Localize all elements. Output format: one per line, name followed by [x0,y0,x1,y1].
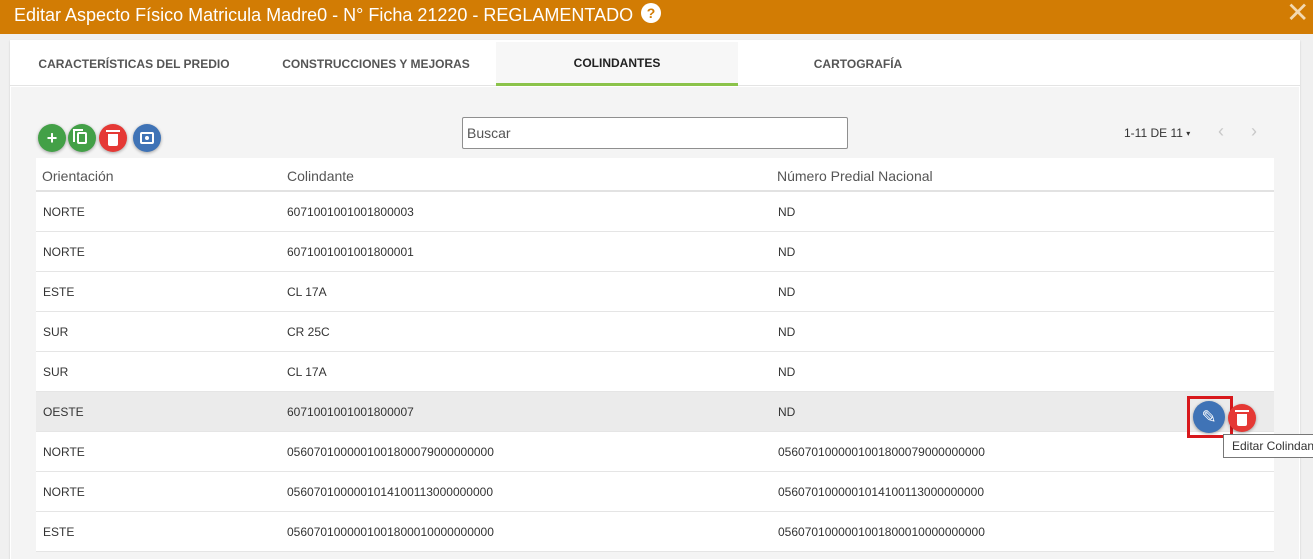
cell-orientacion: NORTE [43,245,85,259]
help-icon[interactable]: ? [641,3,661,23]
table-row[interactable]: ESTE 0560701000001001800010000000000 056… [36,512,1274,552]
cell-numero-predial: ND [778,405,796,419]
table-row[interactable]: SUR CL 17A ND [36,352,1274,392]
cell-colindante: 0560701000001001800079000000000 [287,445,494,459]
column-header-colindante[interactable]: Colindante [287,168,354,184]
cell-numero-predial: 0560701000001014100113000000000 [778,485,984,499]
search-input[interactable] [462,117,848,149]
close-icon[interactable]: ✕ [1286,0,1309,27]
cell-numero-predial: ND [778,365,796,379]
pagination-label: 1-11 DE 11 [1124,126,1183,140]
cell-orientacion: NORTE [43,445,85,459]
chevron-down-icon: ▾ [1186,129,1191,138]
table-header: Orientación Colindante Número Predial Na… [36,158,1274,192]
colindantes-table: Orientación Colindante Número Predial Na… [36,158,1274,552]
cell-numero-predial: ND [778,285,796,299]
cell-colindante: 6071001001001800003 [287,205,414,219]
cell-colindante: 0560701000001014100113000000000 [287,485,493,499]
save-icon [140,132,154,144]
table-row[interactable]: NORTE 0560701000001014100113000000000 05… [36,472,1274,512]
cell-colindante: CL 17A [287,285,327,299]
cell-orientacion: ESTE [43,285,75,299]
copy-button[interactable] [68,124,96,152]
cell-orientacion: OESTE [43,405,84,419]
delete-button[interactable] [99,124,127,152]
cell-orientacion: ESTE [43,525,75,539]
cell-orientacion: NORTE [43,485,85,499]
tooltip: Editar Colindante [1223,434,1313,458]
cell-numero-predial: ND [778,245,796,259]
delete-row-button[interactable] [1228,404,1256,432]
cell-colindante: CR 25C [287,325,330,339]
tab-construcciones-mejoras[interactable]: CONSTRUCCIONES Y MEJORAS [258,42,494,86]
table-row-hovered[interactable]: OESTE 6071001001001800007 ND [36,392,1274,432]
previous-page-button[interactable]: ‹ [1218,121,1224,142]
table-row[interactable]: ESTE CL 17A ND [36,272,1274,312]
cell-numero-predial: ND [778,205,796,219]
table-row[interactable]: NORTE 6071001001001800003 ND [36,192,1274,232]
tab-cartografia[interactable]: CARTOGRAFÍA [738,42,978,86]
cell-colindante: 6071001001001800007 [287,405,414,419]
cell-orientacion: NORTE [43,205,85,219]
save-button[interactable] [133,124,161,152]
dialog-titlebar: Editar Aspecto Físico Matricula Madre0 -… [0,0,1313,34]
tab-colindantes[interactable]: COLINDANTES [496,42,738,86]
plus-icon: + [46,127,58,148]
table-row[interactable]: NORTE 6071001001001800001 ND [36,232,1274,272]
table-row[interactable]: NORTE 0560701000001001800079000000000 05… [36,432,1274,472]
highlight-box [1187,396,1233,438]
dialog-title: Editar Aspecto Físico Matricula Madre0 -… [14,5,634,25]
trash-icon [106,129,120,146]
tab-bar: CARACTERÍSTICAS DEL PREDIO CONSTRUCCIONE… [10,42,1300,86]
table-row[interactable]: SUR CR 25C ND [36,312,1274,352]
pagination-menu[interactable]: 1-11 DE 11 ▾ [1124,126,1190,140]
trash-icon [1235,409,1249,426]
cell-numero-predial: 0560701000001001800079000000000 [778,445,985,459]
cell-colindante: 0560701000001001800010000000000 [287,525,494,539]
cell-numero-predial: 0560701000001001800010000000000 [778,525,985,539]
column-header-numero-predial[interactable]: Número Predial Nacional [777,168,933,184]
cell-colindante: 6071001001001800001 [287,245,414,259]
cell-numero-predial: ND [778,325,796,339]
cell-orientacion: SUR [43,365,69,379]
next-page-button[interactable]: › [1251,121,1257,142]
tab-caracteristicas-predio[interactable]: CARACTERÍSTICAS DEL PREDIO [10,42,258,86]
add-button[interactable]: + [38,124,66,152]
column-header-orientacion[interactable]: Orientación [42,168,114,184]
cell-orientacion: SUR [43,325,69,339]
cell-colindante: CL 17A [287,365,327,379]
copy-icon [73,129,87,144]
